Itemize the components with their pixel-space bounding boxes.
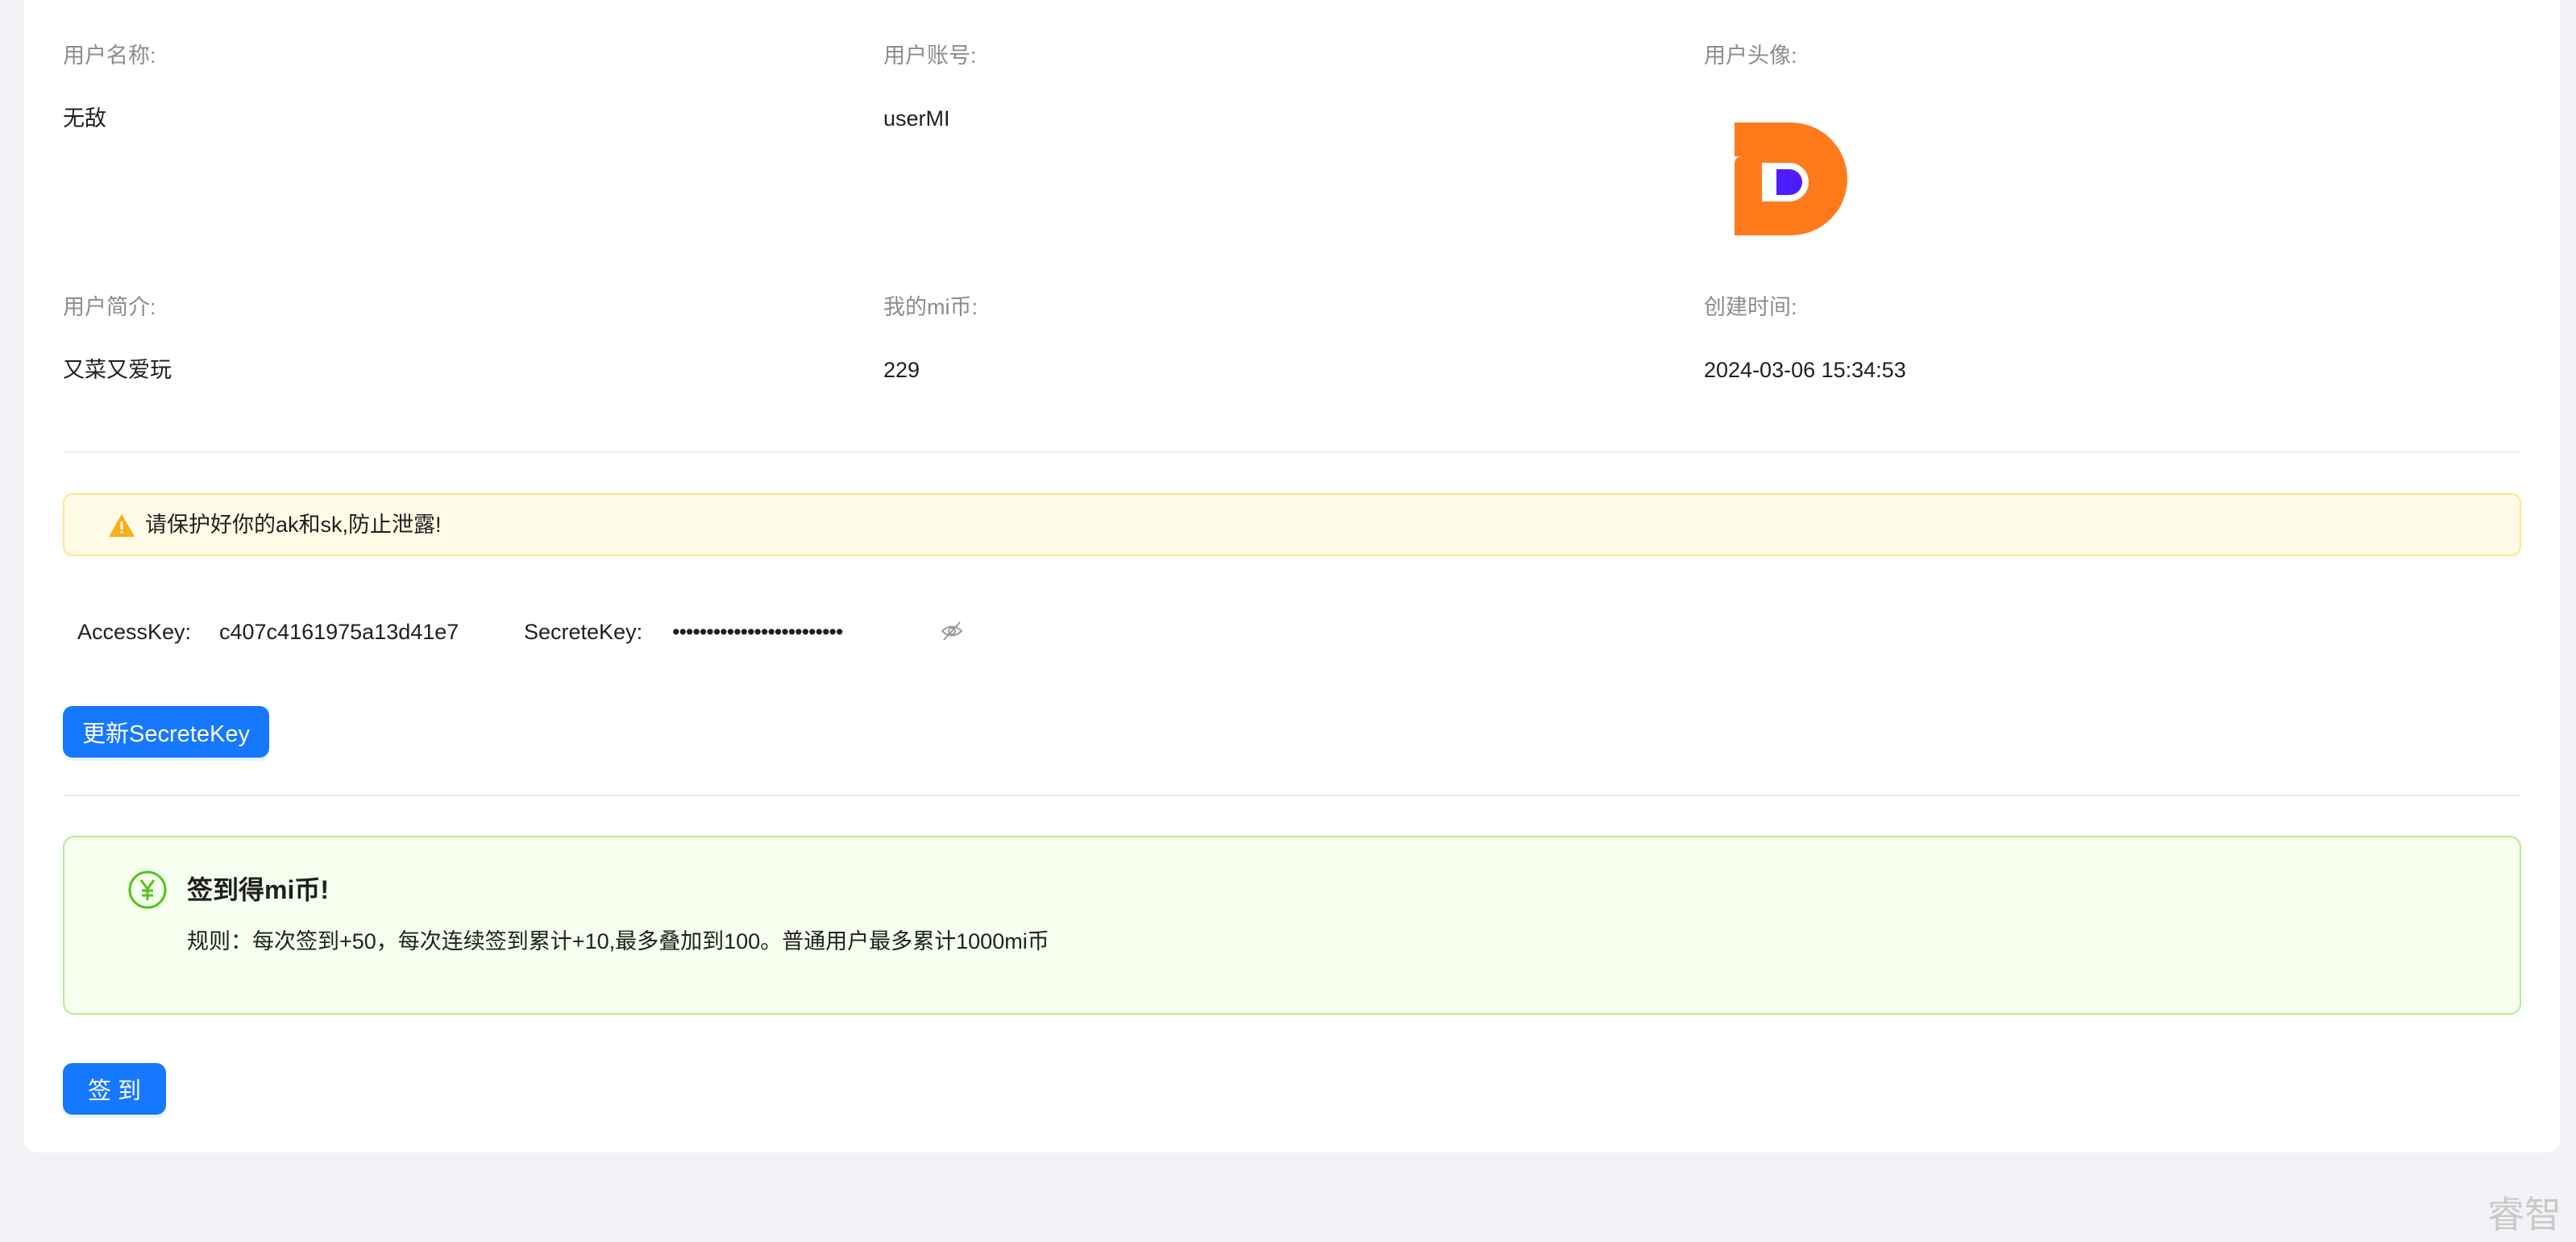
- created-value: 2024-03-06 15:34:53: [1704, 358, 1906, 382]
- username-label: 用户名称:: [63, 44, 156, 68]
- warning-text: 请保护好你的ak和sk,防止泄露!: [145, 513, 442, 537]
- username-value: 无敌: [63, 106, 106, 131]
- intro-value: 又菜又爱玩: [63, 358, 172, 382]
- avatar: [1735, 123, 1847, 235]
- refresh-secret-key-button[interactable]: 更新SecreteKey: [63, 706, 269, 758]
- secret-key-value: •••••••••••••••••••••••••: [672, 620, 843, 644]
- sign-in-button[interactable]: 签 到: [63, 1063, 166, 1115]
- coins-label: 我的mi币:: [883, 295, 978, 319]
- warning-alert: 请保护好你的ak和sk,防止泄露!: [63, 493, 2521, 556]
- eye-invisible-icon[interactable]: [940, 619, 964, 643]
- signin-info-alert: 签到得mi币! 规则：每次签到+50，每次连续签到累计+10,最多叠加到100。…: [63, 836, 2521, 1015]
- profile-card: 用户名称: 无敌 用户账号: userMI 用户头像: 用户简介: 又菜又爱玩 …: [24, 0, 2560, 1153]
- account-value: userMI: [883, 106, 950, 131]
- watermark: 睿智: [2487, 1193, 2561, 1236]
- signin-rule: 规则：每次签到+50，每次连续签到累计+10,最多叠加到100。普通用户最多累计…: [187, 929, 1049, 953]
- access-key-label: AccessKey:: [77, 620, 192, 644]
- created-label: 创建时间:: [1704, 295, 1797, 319]
- yen-circle-icon: [128, 870, 167, 909]
- access-key-value: c407c4161975a13d41e7: [219, 620, 459, 644]
- intro-label: 用户简介:: [63, 295, 156, 319]
- divider: [63, 795, 2521, 796]
- warning-icon: [109, 514, 135, 537]
- coins-value: 229: [883, 358, 920, 382]
- secret-key-label: SecreteKey:: [524, 620, 643, 644]
- divider: [63, 451, 2521, 453]
- signin-title: 签到得mi币!: [187, 875, 330, 904]
- account-label: 用户账号:: [883, 44, 977, 68]
- avatar-label: 用户头像:: [1704, 44, 1797, 68]
